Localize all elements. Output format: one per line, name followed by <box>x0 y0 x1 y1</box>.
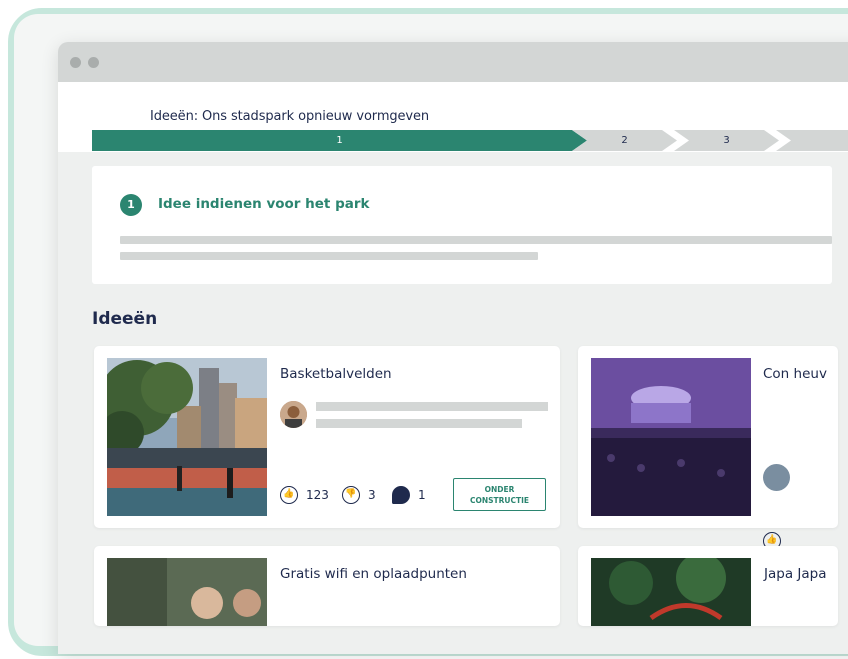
idea-card[interactable]: Gratis wifi en oplaadpunten <box>94 546 560 626</box>
step-2[interactable]: 2 <box>572 130 677 151</box>
dislike-count: 3 <box>368 488 376 502</box>
window-control-minimize[interactable] <box>88 57 99 68</box>
ideas-section-title: Ideeën <box>92 309 158 329</box>
idea-image-japanese-garden <box>591 558 751 626</box>
author-avatar[interactable] <box>763 464 790 491</box>
text-placeholder-bar <box>120 252 538 260</box>
idea-title[interactable]: Japa Japa <box>764 566 848 583</box>
idea-card[interactable]: Con heuv 👍 <box>578 346 838 550</box>
idea-image-concert <box>591 358 751 516</box>
idea-title[interactable]: Basketbalvelden <box>280 366 550 383</box>
idea-title[interactable]: Con heuv <box>763 366 848 383</box>
idea-image-wifi <box>107 558 267 626</box>
status-badge: ONDER CONSTRUCTIE <box>453 478 546 511</box>
page-title: Ideeën: Ons stadspark opnieuw vormgeven <box>150 109 430 124</box>
step-3[interactable]: 3 <box>674 130 779 151</box>
step-4[interactable] <box>776 130 848 151</box>
phase-title: Idee indienen voor het park <box>158 196 370 212</box>
author-avatar[interactable] <box>280 401 307 428</box>
phase-number-badge: 1 <box>120 194 142 216</box>
idea-image-basketball <box>107 358 267 516</box>
status-label: ONDER CONSTRUCTIE <box>469 485 530 505</box>
text-placeholder-bar <box>316 419 522 428</box>
like-count: 123 <box>306 488 329 502</box>
comment-count: 1 <box>418 488 426 502</box>
idea-card[interactable]: Japa Japa <box>578 546 838 626</box>
comment-icon[interactable] <box>392 486 410 504</box>
thumbs-down-icon[interactable]: 👎 <box>342 486 360 504</box>
idea-card[interactable]: Basketbalvelden 👍 123 👎 3 1 ONDER CONSTR… <box>94 346 560 528</box>
browser-titlebar <box>58 42 848 82</box>
text-placeholder-bar <box>120 236 832 244</box>
text-placeholder-bar <box>316 402 548 411</box>
window-control-close[interactable] <box>70 57 81 68</box>
thumbs-up-icon[interactable]: 👍 <box>280 486 298 504</box>
step-1[interactable]: 1 <box>92 130 587 151</box>
phase-progress: 1 2 3 <box>92 130 848 151</box>
idea-metrics: 👍 123 👎 3 1 <box>280 486 460 504</box>
phase-card: 1 Idee indienen voor het park <box>92 166 832 284</box>
idea-title[interactable]: Gratis wifi en oplaadpunten <box>280 566 550 583</box>
